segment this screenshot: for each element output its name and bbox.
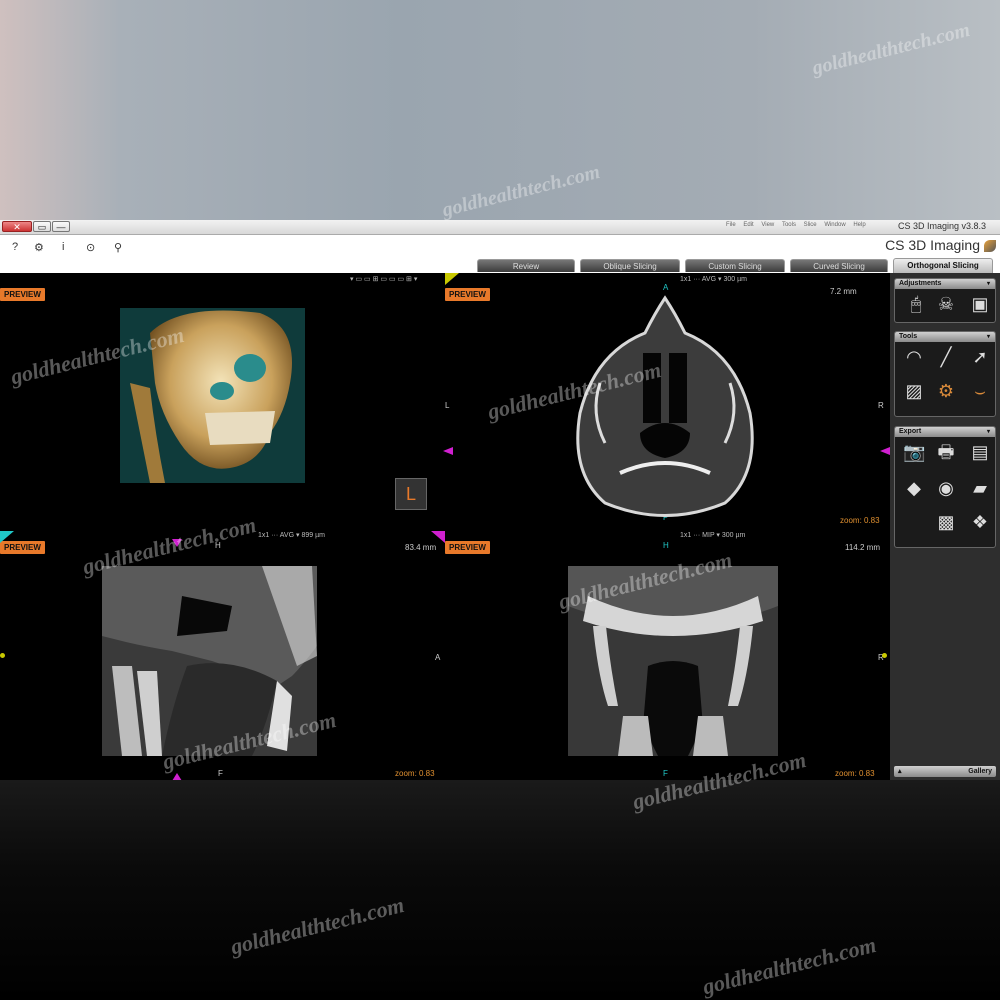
viewport-controls[interactable]: 1x1 ··· MIP ▾ 300 µm (680, 531, 745, 539)
menu-item[interactable]: Tools (782, 222, 796, 228)
user-icon[interactable]: ⚲ (114, 241, 122, 254)
preview-badge: PREVIEW (445, 288, 490, 301)
tab-orthogonal-slicing[interactable]: Orthogonal Slicing (893, 258, 993, 273)
title-bar: ✕ ▭ — File Edit View Tools Slice Window … (0, 220, 1000, 235)
menu-item[interactable]: Help (853, 222, 865, 228)
desktop-background-bottom (0, 780, 1000, 1000)
pointer-arrow-icon[interactable]: ➚ (969, 346, 991, 368)
zoom-level: zoom: 0.83 (395, 769, 435, 778)
top-marker[interactable]: H (663, 541, 669, 550)
close-button[interactable]: ✕ (2, 221, 32, 232)
collapse-arrow-icon[interactable]: ▾ (987, 332, 990, 342)
gallery-bar[interactable]: ▴ Gallery (894, 766, 996, 777)
tools-header[interactable]: Tools ▾ (895, 332, 995, 342)
skull-volume-render (120, 308, 305, 483)
adjustments-panel: Adjustments ▾ 🖱 ☠ ▣ (894, 278, 996, 323)
app-logo: CS 3D Imaging (885, 237, 996, 253)
collapse-arrow-icon[interactable]: ▾ (987, 279, 990, 289)
top-marker[interactable]: A (663, 283, 668, 292)
jaw-tool-icon[interactable]: ⌣ (969, 380, 991, 402)
panel-title: Tools (899, 333, 918, 340)
tab-review[interactable]: Review (477, 259, 575, 272)
panel-title: Export (899, 428, 922, 435)
crosshair-handle[interactable] (0, 653, 5, 658)
minimize-button[interactable]: — (52, 221, 70, 232)
viewport-controls[interactable]: ▾ ▭ ▭ ⊞ ▭ ▭ ▭ ⊞ ▾ (350, 275, 417, 283)
tools-panel: Tools ▾ ◠ ╱ ➚ ▨ ⚙ ⌣ (894, 331, 996, 417)
tab-oblique-slicing[interactable]: Oblique Slicing (580, 259, 680, 272)
menu-bar: File Edit View Tools Slice Window Help (720, 222, 866, 228)
expand-arrow-icon: ▴ (898, 768, 902, 775)
bottom-marker[interactable]: F (663, 769, 668, 778)
slice-thickness: 114.2 mm (845, 543, 880, 552)
preview-badge: PREVIEW (0, 288, 45, 301)
orientation-label: L (405, 484, 416, 504)
angle-measure-icon[interactable]: ◠ (903, 346, 925, 368)
camera-icon[interactable]: 📷 (903, 441, 925, 463)
slice-thickness: 7.2 mm (830, 287, 857, 296)
tab-curved-slicing[interactable]: Curved Slicing (790, 259, 888, 272)
right-label: R (878, 401, 884, 410)
settings-icon[interactable]: ⚙ (34, 241, 44, 254)
app-name: CS 3D Imaging (885, 237, 980, 253)
viewport-controls[interactable]: 1x1 ··· AVG ▾ 899 µm (258, 531, 325, 539)
tab-custom-slicing[interactable]: Custom Slicing (685, 259, 785, 272)
bottom-marker[interactable]: F (218, 769, 223, 778)
folder-icon[interactable]: ▰ (969, 477, 991, 499)
volume-viewport[interactable]: PREVIEW ▾ ▭ ▭ ⊞ ▭ ▭ ▭ ⊞ ▾ L (0, 273, 440, 528)
crosshair-marker[interactable] (443, 447, 453, 455)
adjustments-header[interactable]: Adjustments ▾ (895, 279, 995, 289)
right-label: A (435, 653, 441, 662)
image-adjust-icon[interactable]: ▣ (969, 293, 991, 315)
tab-bar: Review Oblique Slicing Custom Slicing Cu… (0, 258, 1000, 273)
zoom-level: zoom: 0.83 (840, 516, 880, 525)
menu-item[interactable]: File (726, 222, 736, 228)
export-header[interactable]: Export ▾ (895, 427, 995, 437)
help-icon[interactable]: ? (12, 241, 18, 253)
printer-icon[interactable]: 🖶 (935, 441, 957, 463)
menu-item[interactable]: Edit (743, 222, 753, 228)
viewport-controls[interactable]: 1x1 ··· AVG ▾ 300 µm (680, 275, 747, 283)
dicom-export-icon[interactable]: ❖ (969, 511, 991, 533)
logo-icon (984, 240, 996, 253)
cd-burn-icon[interactable]: ◉ (935, 477, 957, 499)
menu-item[interactable]: Slice (804, 222, 817, 228)
corner-marker (431, 531, 445, 543)
menu-item[interactable]: Window (824, 222, 845, 228)
orientation-cube[interactable]: L (395, 478, 427, 510)
stl-export-icon[interactable]: ◆ (903, 477, 925, 499)
target-icon[interactable]: ⊙ (86, 241, 95, 254)
menu-item[interactable]: View (761, 222, 774, 228)
slice-tool-icon[interactable]: ▨ (903, 380, 925, 402)
panel-title: Adjustments (899, 280, 942, 287)
mouse-icon[interactable]: 🖱 (905, 293, 927, 315)
crosshair-handle[interactable] (882, 653, 887, 658)
window-title: CS 3D Imaging v3.8.3 (897, 221, 986, 231)
zoom-level: zoom: 0.83 (835, 769, 875, 778)
right-sidebar: Adjustments ▾ 🖱 ☠ ▣ Tools ▾ ◠ ╱ ➚ ▨ ⚙ ⌣ Ex… (890, 273, 1000, 780)
axial-ct-slice (576, 295, 754, 517)
ruler-icon[interactable]: ╱ (935, 346, 957, 368)
restore-button[interactable]: ▭ (33, 221, 51, 232)
report-icon[interactable]: ▤ (969, 441, 991, 463)
export-panel: Export ▾ 📷 🖶 ▤ ◆ ◉ ▰ ▩ ❖ (894, 426, 996, 548)
slice-thickness: 83.4 mm (405, 543, 437, 552)
corner-marker (0, 531, 14, 543)
image-export-icon[interactable]: ▩ (935, 511, 957, 533)
skull-adjust-icon[interactable]: ☠ (935, 293, 957, 315)
info-icon[interactable]: i (62, 241, 64, 253)
crosshair-marker[interactable] (880, 447, 890, 455)
collapse-arrow-icon[interactable]: ▾ (987, 427, 990, 437)
corner-marker (445, 273, 459, 285)
gallery-title: Gallery (968, 768, 992, 775)
left-label: L (445, 401, 450, 410)
preview-badge: PREVIEW (445, 541, 490, 554)
implant-tool-icon[interactable]: ⚙ (935, 380, 957, 402)
